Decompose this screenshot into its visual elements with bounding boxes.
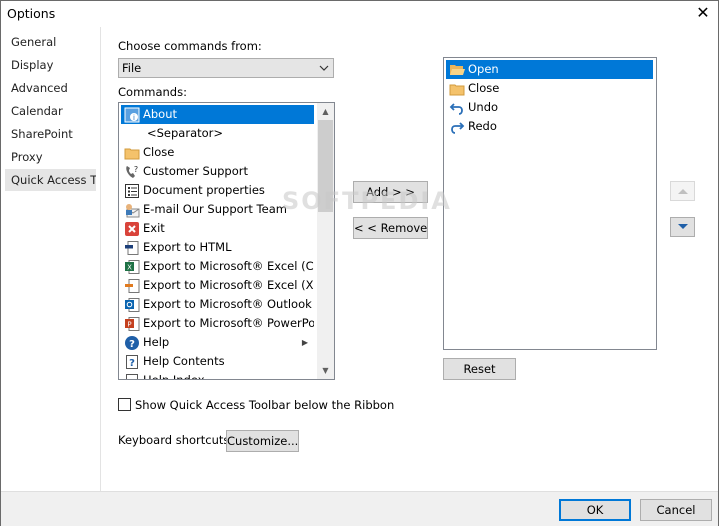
choose-commands-dropdown[interactable]: File (118, 58, 334, 78)
list-item[interactable]: Open (446, 60, 653, 79)
commands-list[interactable]: i About <Separator> Close ? Customer Sup… (118, 102, 335, 380)
title-bar: Options ✕ (1, 1, 718, 27)
help-index-icon (126, 374, 138, 379)
close-icon[interactable]: ✕ (694, 3, 712, 23)
list-item[interactable]: Export to HTML (121, 238, 314, 257)
svg-text:?: ? (129, 358, 135, 369)
redo-icon (451, 122, 465, 134)
html-export-icon (125, 241, 139, 255)
excel-icon: X (125, 260, 140, 274)
list-item[interactable]: Redo (446, 117, 653, 136)
list-item-label: Undo (468, 100, 499, 114)
list-item-label: E-mail Our Support Team (143, 202, 287, 216)
cancel-button[interactable]: Cancel (640, 499, 712, 521)
email-icon (126, 204, 140, 218)
sidebar-item-display[interactable]: Display (5, 54, 96, 76)
folder-icon (449, 84, 465, 96)
choose-commands-label: Choose commands from: (118, 39, 262, 53)
list-item[interactable]: Undo (446, 98, 653, 117)
svg-text:?: ? (129, 339, 135, 350)
list-item[interactable]: Export to Microsoft® Excel (XML) (121, 276, 314, 295)
list-item[interactable]: <Separator> (121, 124, 314, 143)
properties-icon (125, 184, 139, 198)
list-item[interactable]: ? Customer Support (121, 162, 314, 181)
sidebar-item-proxy[interactable]: Proxy (5, 146, 96, 168)
sidebar-item-calendar[interactable]: Calendar (5, 100, 96, 122)
exit-icon (125, 222, 139, 236)
list-item[interactable]: Close (121, 143, 314, 162)
help-contents-icon: ? (126, 355, 138, 369)
quick-access-panel: Choose commands from: File Commands: i A… (102, 27, 718, 491)
svg-text:X: X (127, 264, 132, 272)
list-item[interactable]: Close (446, 79, 653, 98)
list-item[interactable]: Help Index (121, 371, 314, 380)
keyboard-shortcuts-label: Keyboard shortcuts: (118, 433, 234, 447)
list-item-label: Customer Support (143, 164, 248, 178)
list-item-label: Export to Microsoft® Excel (CSV) (143, 259, 314, 273)
list-item-label: Document properties (143, 183, 265, 197)
svg-text:?: ? (134, 165, 138, 174)
sidebar-item-quick-access-toolbar[interactable]: Quick Access T... (5, 169, 96, 191)
chevron-down-icon (319, 65, 329, 71)
list-item[interactable]: P Export to Microsoft® PowerPoint (121, 314, 314, 333)
list-item-label: Redo (468, 119, 497, 133)
window-title: Options (7, 6, 56, 21)
phone-question-icon: ? (126, 165, 138, 178)
excel-xml-icon (125, 279, 140, 293)
list-item[interactable]: Exit (121, 219, 314, 238)
outlook-icon (125, 298, 140, 312)
list-item-label: Export to Microsoft® Outlook (143, 297, 312, 311)
commands-label: Commands: (118, 85, 187, 99)
reset-button[interactable]: Reset (443, 358, 516, 380)
list-item-label: Close (143, 145, 175, 159)
about-icon: i (124, 107, 140, 123)
list-item[interactable]: Export to Microsoft® Outlook (121, 295, 314, 314)
list-item[interactable]: i About (121, 105, 314, 124)
sidebar-item-sharepoint[interactable]: SharePoint (5, 123, 96, 145)
choose-commands-value: File (122, 61, 142, 75)
list-item-label: Close (468, 81, 500, 95)
watermark: SOFTPEDIA (282, 187, 452, 215)
commands-scrollbar[interactable]: ▲ ▼ (317, 103, 334, 379)
list-item-label: Export to Microsoft® Excel (XML) (143, 278, 314, 292)
svg-text:P: P (127, 321, 131, 329)
undo-icon (449, 103, 463, 115)
help-icon: ? (125, 336, 139, 350)
sidebar: General Display Advanced Calendar ShareP… (1, 27, 101, 491)
sidebar-item-advanced[interactable]: Advanced (5, 77, 96, 99)
quick-access-toolbar-list[interactable]: Open Close Undo Redo (443, 57, 657, 350)
ok-button[interactable]: OK (559, 499, 631, 521)
list-item-label: Help Index (143, 373, 205, 380)
open-folder-icon (450, 65, 465, 75)
move-up-button[interactable] (670, 181, 695, 201)
arrow-up-icon (678, 189, 688, 194)
list-item-label: <Separator> (147, 126, 224, 140)
list-item-label: Help Contents (143, 354, 225, 368)
arrow-down-icon (678, 224, 688, 229)
remove-button[interactable]: < < Remove (353, 217, 428, 239)
powerpoint-icon: P (125, 317, 140, 331)
list-item-label: Exit (143, 221, 165, 235)
list-item-label: Export to Microsoft® PowerPoint (143, 316, 314, 330)
sidebar-item-general[interactable]: General (5, 31, 96, 53)
submenu-arrow-icon: ▶ (301, 338, 308, 347)
list-item[interactable]: X Export to Microsoft® Excel (CSV) (121, 257, 314, 276)
list-item-label: Help (143, 335, 170, 349)
show-below-ribbon-label: Show Quick Access Toolbar below the Ribb… (135, 398, 395, 412)
list-item-label: Open (468, 62, 499, 76)
scroll-down-icon[interactable]: ▼ (317, 362, 334, 379)
customize-button[interactable]: Customize... (226, 430, 299, 452)
folder-icon (124, 148, 140, 160)
move-down-button[interactable] (670, 217, 695, 237)
show-below-ribbon-checkbox[interactable] (118, 398, 131, 411)
scroll-up-icon[interactable]: ▲ (317, 103, 334, 120)
options-dialog: Options ✕ General Display Advanced Calen… (0, 0, 719, 526)
list-item-label: About (143, 107, 178, 121)
list-item[interactable]: ? Help ▶ (121, 333, 314, 352)
svg-text:i: i (133, 114, 135, 122)
list-item[interactable]: ? Help Contents (121, 352, 314, 371)
dialog-footer: OK Cancel (1, 491, 718, 526)
list-item-label: Export to HTML (143, 240, 232, 254)
